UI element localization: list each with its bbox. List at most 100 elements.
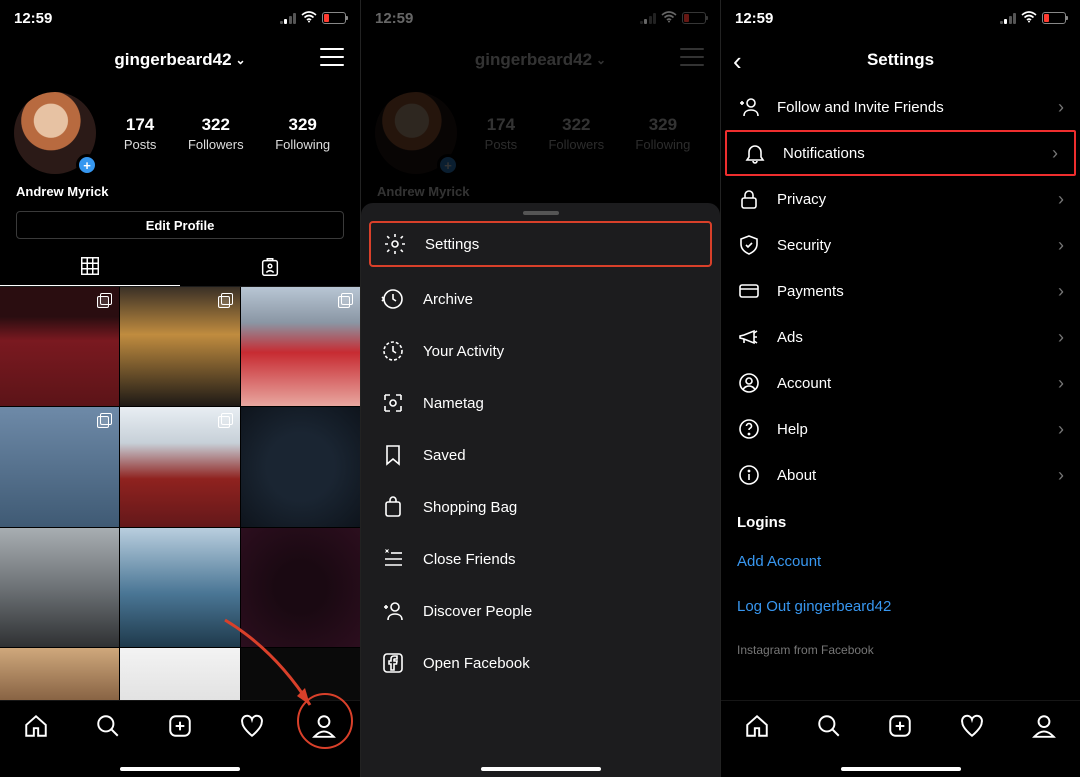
nav-add[interactable] bbox=[167, 713, 193, 739]
nav-home[interactable] bbox=[23, 713, 49, 739]
page-title: Settings bbox=[867, 50, 934, 70]
status-time: 12:59 bbox=[14, 10, 52, 27]
bottom-nav bbox=[721, 700, 1080, 777]
chevron-right-icon: › bbox=[1058, 235, 1064, 256]
avatar[interactable]: + bbox=[14, 92, 96, 174]
post-thumbnail[interactable] bbox=[0, 407, 119, 526]
post-thumbnail[interactable] bbox=[241, 528, 360, 647]
hamburger-menu-button[interactable] bbox=[320, 48, 344, 66]
settings-account[interactable]: Account › bbox=[721, 360, 1080, 406]
menu-open-facebook[interactable]: Open Facebook bbox=[361, 637, 720, 689]
post-thumbnail[interactable] bbox=[120, 287, 239, 406]
post-thumbnail[interactable] bbox=[120, 407, 239, 526]
chevron-right-icon: › bbox=[1058, 97, 1064, 118]
settings-label: Help bbox=[777, 421, 808, 438]
profile-stats: 174 Posts 322 Followers 329 Following bbox=[108, 115, 346, 152]
edit-profile-button[interactable]: Edit Profile bbox=[16, 211, 344, 239]
settings-security[interactable]: Security › bbox=[721, 222, 1080, 268]
menu-label: Saved bbox=[423, 447, 466, 464]
stat-posts[interactable]: 174 Posts bbox=[124, 115, 157, 152]
panel-menu-sheet: 12:59 gingerbeard42⌄ + 174Posts 322Follo… bbox=[360, 0, 720, 777]
sheet-grabber[interactable] bbox=[523, 211, 559, 215]
menu-saved[interactable]: Saved bbox=[361, 429, 720, 481]
menu-shopping-bag[interactable]: Shopping Bag bbox=[361, 481, 720, 533]
settings-help[interactable]: Help › bbox=[721, 406, 1080, 452]
add-person-icon bbox=[737, 95, 761, 119]
nav-search[interactable] bbox=[95, 713, 121, 739]
info-icon bbox=[737, 463, 761, 487]
nav-activity[interactable] bbox=[959, 713, 985, 739]
post-thumbnail[interactable] bbox=[0, 287, 119, 406]
settings-notifications[interactable]: Notifications › bbox=[725, 130, 1076, 176]
chevron-right-icon: › bbox=[1058, 373, 1064, 394]
nav-profile[interactable] bbox=[1031, 713, 1057, 739]
chevron-right-icon: › bbox=[1058, 189, 1064, 210]
status-bar: 12:59 bbox=[721, 0, 1080, 36]
menu-nametag[interactable]: Nametag bbox=[361, 377, 720, 429]
menu-label: Your Activity bbox=[423, 343, 504, 360]
post-thumbnail[interactable] bbox=[120, 528, 239, 647]
help-icon bbox=[737, 417, 761, 441]
menu-label: Open Facebook bbox=[423, 655, 530, 672]
megaphone-icon bbox=[737, 325, 761, 349]
menu-discover-people[interactable]: Discover People bbox=[361, 585, 720, 637]
menu-your-activity[interactable]: Your Activity bbox=[361, 325, 720, 377]
menu-archive[interactable]: Archive bbox=[361, 273, 720, 325]
bell-icon bbox=[743, 141, 767, 165]
tab-tagged[interactable] bbox=[180, 247, 360, 286]
bookmark-icon bbox=[381, 443, 405, 467]
menu-close-friends[interactable]: Close Friends bbox=[361, 533, 720, 585]
nav-home[interactable] bbox=[744, 713, 770, 739]
multi-post-icon bbox=[218, 293, 234, 309]
status-bar: 12:59 bbox=[0, 0, 360, 36]
nav-search[interactable] bbox=[816, 713, 842, 739]
menu-label: Close Friends bbox=[423, 551, 516, 568]
gear-icon bbox=[383, 232, 407, 256]
username-label: gingerbeard42 bbox=[114, 50, 231, 70]
back-button[interactable]: ‹ bbox=[733, 46, 742, 77]
panel-settings: 12:59 ‹ Settings Follow and Invite Frien… bbox=[720, 0, 1080, 777]
tagged-icon bbox=[259, 256, 281, 278]
stat-following[interactable]: 329 Following bbox=[275, 115, 330, 152]
add-story-badge[interactable]: + bbox=[76, 154, 98, 176]
nav-profile[interactable] bbox=[311, 713, 337, 739]
wifi-icon bbox=[1021, 11, 1037, 25]
facebook-icon bbox=[381, 651, 405, 675]
wifi-icon bbox=[301, 11, 317, 25]
activity-icon bbox=[381, 339, 405, 363]
status-time: 12:59 bbox=[735, 10, 773, 27]
settings-privacy[interactable]: Privacy › bbox=[721, 176, 1080, 222]
settings-label: Privacy bbox=[777, 191, 826, 208]
post-thumbnail[interactable] bbox=[241, 287, 360, 406]
grid-icon bbox=[79, 255, 101, 277]
chevron-right-icon: › bbox=[1058, 281, 1064, 302]
add-account-link[interactable]: Add Account bbox=[721, 539, 1080, 584]
settings-payments[interactable]: Payments › bbox=[721, 268, 1080, 314]
bag-icon bbox=[381, 495, 405, 519]
display-name: Andrew Myrick bbox=[0, 180, 360, 207]
tab-grid[interactable] bbox=[0, 247, 180, 286]
settings-about[interactable]: About › bbox=[721, 452, 1080, 498]
settings-label: Ads bbox=[777, 329, 803, 346]
chevron-right-icon: › bbox=[1058, 419, 1064, 440]
settings-follow-invite[interactable]: Follow and Invite Friends › bbox=[721, 84, 1080, 130]
log-out-link[interactable]: Log Out gingerbeard42 bbox=[721, 584, 1080, 629]
settings-ads[interactable]: Ads › bbox=[721, 314, 1080, 360]
menu-settings[interactable]: Settings bbox=[369, 221, 712, 267]
settings-label: Follow and Invite Friends bbox=[777, 99, 944, 116]
panel-profile: 12:59 gingerbeard42 ⌄ + bbox=[0, 0, 360, 777]
profile-header: gingerbeard42 ⌄ bbox=[0, 36, 360, 84]
posts-grid bbox=[0, 287, 360, 767]
nav-add[interactable] bbox=[887, 713, 913, 739]
menu-label: Settings bbox=[425, 236, 479, 253]
stat-followers[interactable]: 322 Followers bbox=[188, 115, 244, 152]
post-thumbnail[interactable] bbox=[0, 528, 119, 647]
shield-icon bbox=[737, 233, 761, 257]
post-thumbnail[interactable] bbox=[241, 407, 360, 526]
multi-post-icon bbox=[97, 293, 113, 309]
signal-icon bbox=[280, 13, 297, 24]
nav-activity[interactable] bbox=[239, 713, 265, 739]
username-dropdown[interactable]: gingerbeard42 ⌄ bbox=[114, 50, 245, 70]
battery-icon bbox=[322, 12, 346, 24]
add-person-icon bbox=[381, 599, 405, 623]
